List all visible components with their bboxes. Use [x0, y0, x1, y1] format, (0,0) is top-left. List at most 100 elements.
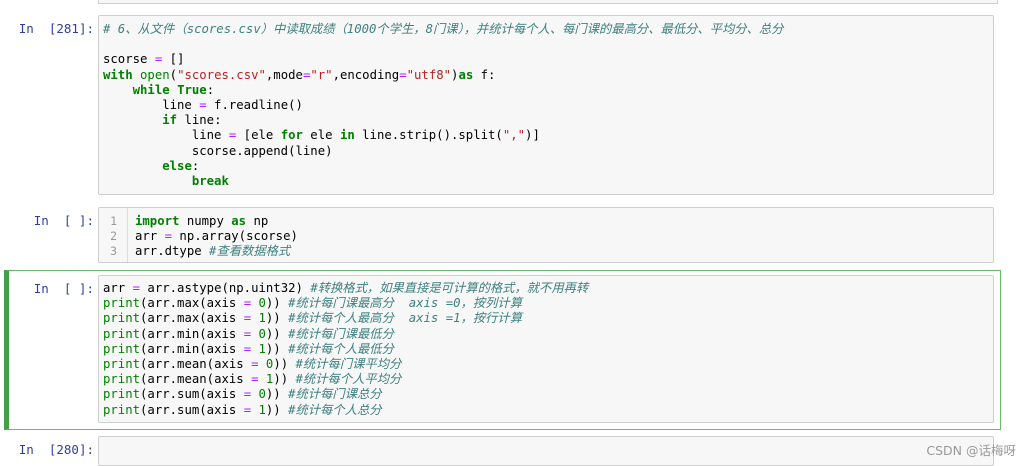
code-token: = [132, 281, 141, 295]
code-token: else [162, 158, 192, 173]
code-token: = [243, 387, 252, 402]
code-token: = [243, 326, 252, 341]
code-line: print(arr.min(axis = 0)) #统计每门课最低分 [103, 327, 989, 342]
code-token: 0 [258, 387, 266, 402]
code-token: in [339, 128, 355, 143]
code-token: break [191, 173, 229, 188]
code-token: import [135, 214, 180, 228]
code-token: with [103, 67, 133, 82]
code-token: #统计每个人最低分 [288, 341, 394, 356]
code-token: (arr.mean(axis [140, 356, 252, 371]
code-token: f: [473, 67, 496, 82]
code-token: line.strip().split( [354, 128, 503, 143]
code-token: #统计每门课总分 [288, 387, 382, 402]
code-token: = [243, 311, 252, 326]
code-token: = [243, 402, 252, 417]
code-text[interactable]: import numpy as np arr = np.array(scorse)… [135, 214, 989, 260]
code-token: = [199, 97, 207, 112]
code-line: arr = arr.astype(np.uint32) #转换格式，如果直接是可… [103, 281, 989, 296]
code-token: scorse.append(line) [103, 143, 333, 158]
code-token: #统计每个人最高分 axis =1，按行计算 [288, 311, 523, 326]
code-token: open [140, 67, 170, 82]
code-line: scorse.append(line) [103, 144, 989, 159]
line-number: 3 [110, 244, 117, 259]
code-token: print [103, 311, 141, 326]
code-line: arr.dtype #查看数据格式 [135, 244, 989, 259]
code-token: print [103, 341, 141, 356]
code-token: (arr.max(axis [140, 296, 244, 311]
code-token: #统计每个人总分 [288, 402, 382, 417]
code-token: f.readline() [206, 97, 303, 112]
code-token: arr [103, 281, 133, 295]
code-token: ,mode [265, 67, 303, 82]
code-token: = [164, 229, 173, 244]
code-token: #统计每个人平均分 [295, 372, 402, 387]
code-token: (arr.sum(axis [140, 402, 244, 417]
code-text[interactable]: arr = arr.astype(np.uint32) #转换格式，如果直接是可… [103, 281, 989, 418]
cell-prompt: In [ ]: [33, 213, 94, 228]
code-token: = [399, 67, 407, 82]
previous-cell-bottom [98, 0, 998, 4]
code-token: )) [265, 326, 289, 341]
code-token: )) [273, 372, 296, 387]
code-line: print(arr.min(axis = 1)) #统计每个人最低分 [103, 342, 989, 357]
code-token: 1 [258, 311, 266, 326]
code-token: print [103, 356, 141, 371]
code-token: arr.astype(np.uint32) [140, 281, 311, 295]
code-token: "r" [310, 67, 333, 82]
code-token: #统计每门课平均分 [295, 356, 402, 371]
code-token: #统计每门课最高分 axis =0，按列计算 [288, 296, 523, 311]
code-token: line [103, 97, 200, 112]
code-token: ( [169, 67, 178, 82]
code-token: )) [265, 311, 289, 326]
code-token: print [103, 387, 141, 402]
code-token: line: [177, 113, 222, 128]
code-editor[interactable]: arr = arr.astype(np.uint32) #转换格式，如果直接是可… [98, 275, 994, 423]
code-token: #查看数据格式 [209, 244, 291, 259]
code-editor[interactable]: # 6、从文件（scores.csv）中读取成绩（1000个学生，8门课），并统… [98, 15, 994, 195]
code-token: print [103, 296, 141, 311]
cell-prompt: In [ ]: [33, 281, 94, 296]
line-number-gutter: 123 [99, 208, 128, 262]
code-token: "utf8" [406, 67, 452, 82]
code-line: print(arr.sum(axis = 1)) #统计每个人总分 [103, 403, 989, 418]
code-token: : [191, 158, 200, 173]
code-token: )) [265, 387, 289, 402]
code-line: else: [103, 159, 989, 174]
code-line: print(arr.mean(axis = 1)) #统计每个人平均分 [103, 372, 989, 387]
code-editor[interactable] [98, 436, 994, 466]
code-line: if line: [103, 113, 989, 128]
code-token: while [132, 82, 170, 97]
code-token: )) [265, 296, 289, 311]
code-token: scorse [103, 52, 155, 67]
code-line: line = [ele for ele in line.strip().spli… [103, 128, 989, 143]
code-token: 1 [258, 402, 266, 417]
code-line: line = f.readline() [103, 98, 989, 113]
code-token: #转换格式，如果直接是可计算的格式，就不用再转 [310, 281, 589, 295]
code-token: np.array(scorse) [172, 229, 298, 244]
code-token: arr [135, 229, 165, 244]
code-token: [ele [236, 128, 281, 143]
code-token: (arr.sum(axis [140, 387, 244, 402]
code-token: np [246, 214, 269, 228]
code-line: # 6、从文件（scores.csv）中读取成绩（1000个学生，8门课），并统… [103, 22, 989, 37]
code-line: while True: [103, 83, 989, 98]
code-token: (arr.max(axis [140, 311, 244, 326]
code-token: print [103, 402, 141, 417]
code-token: (arr.min(axis [140, 326, 244, 341]
line-number: 2 [110, 229, 117, 244]
code-token: "," [502, 128, 526, 143]
code-editor[interactable]: 123 import numpy as np arr = np.array(sco… [98, 207, 994, 263]
line-number: 1 [110, 214, 117, 228]
code-text[interactable]: # 6、从文件（scores.csv）中读取成绩（1000个学生，8门课），并统… [103, 22, 989, 189]
code-token: ele [302, 128, 340, 143]
code-token: (arr.min(axis [140, 341, 244, 356]
